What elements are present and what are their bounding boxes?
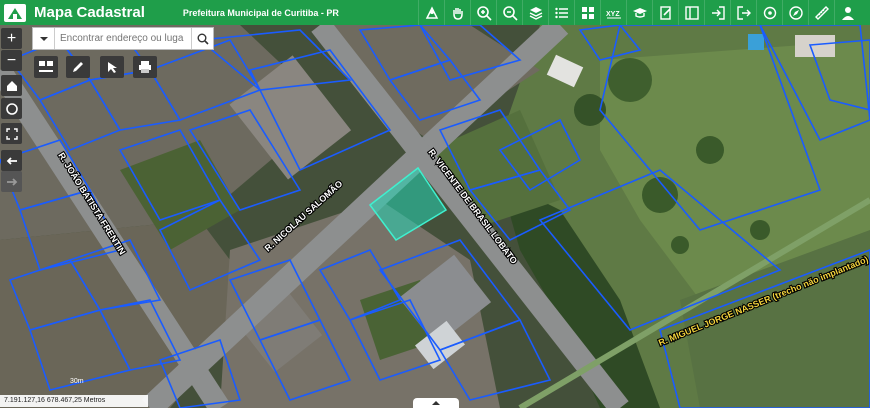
forward-button[interactable] bbox=[1, 171, 22, 192]
ruler-icon[interactable] bbox=[808, 0, 834, 25]
back-button[interactable] bbox=[1, 150, 22, 171]
print-cap-icon[interactable] bbox=[626, 0, 652, 25]
fullscreen-button[interactable] bbox=[1, 123, 22, 144]
print-button[interactable] bbox=[133, 56, 157, 78]
draw-button[interactable] bbox=[66, 56, 90, 78]
scale-label: 30m bbox=[70, 378, 84, 385]
top-bar: Mapa Cadastral Prefeitura Municipal de C… bbox=[0, 0, 870, 25]
map-pin-icon[interactable] bbox=[418, 0, 444, 25]
edit-doc-icon[interactable] bbox=[652, 0, 678, 25]
pan-hand-icon[interactable] bbox=[444, 0, 470, 25]
search-button[interactable] bbox=[191, 28, 213, 49]
split-panel-icon[interactable] bbox=[678, 0, 704, 25]
arrow-left-icon bbox=[6, 156, 17, 165]
fullscreen-icon bbox=[5, 127, 18, 140]
grid-icon[interactable] bbox=[574, 0, 600, 25]
city-logo-icon bbox=[4, 3, 26, 22]
search-source-dropdown[interactable] bbox=[33, 28, 55, 49]
svg-text:XYZ: XYZ bbox=[606, 11, 620, 18]
compass-icon[interactable] bbox=[782, 0, 808, 25]
target-icon[interactable] bbox=[756, 0, 782, 25]
bottom-panel-toggle[interactable] bbox=[413, 398, 459, 408]
aerial-map[interactable]: R. JOÃO BATISTA FRENTIN R. NICOLAU SALOM… bbox=[0, 25, 870, 408]
scale-bar: 30m bbox=[0, 378, 84, 385]
app-title: Mapa Cadastral bbox=[34, 4, 145, 21]
chevron-down-icon bbox=[39, 36, 48, 41]
home-button[interactable] bbox=[1, 75, 22, 96]
map-canvas[interactable]: R. JOÃO BATISTA FRENTIN R. NICOLAU SALOM… bbox=[0, 25, 870, 408]
search-box bbox=[32, 27, 214, 50]
login-icon[interactable] bbox=[704, 0, 730, 25]
list-icon[interactable] bbox=[548, 0, 574, 25]
locate-icon bbox=[5, 102, 18, 115]
locate-button[interactable] bbox=[1, 98, 22, 119]
basemap-icon bbox=[39, 61, 53, 72]
xyz-icon[interactable]: XYZ bbox=[600, 0, 626, 25]
printer-icon bbox=[139, 61, 151, 73]
home-icon bbox=[6, 80, 17, 91]
chevron-up-icon bbox=[432, 401, 440, 405]
basemap-button[interactable] bbox=[34, 56, 58, 78]
logout-icon[interactable] bbox=[730, 0, 756, 25]
layers-icon[interactable] bbox=[522, 0, 548, 25]
organization-name: Prefeitura Municipal de Curitiba - PR bbox=[182, 7, 339, 18]
pointer-icon bbox=[108, 62, 117, 73]
user-icon[interactable] bbox=[834, 0, 860, 25]
search-icon bbox=[197, 33, 209, 45]
toolbar: XYZ bbox=[418, 0, 860, 25]
zoom-in-icon[interactable] bbox=[470, 0, 496, 25]
pencil-icon bbox=[73, 62, 83, 72]
coordinates-readout: 7.191.127,16 678.467,25 Metros bbox=[0, 395, 148, 407]
zoom-out-icon[interactable] bbox=[496, 0, 522, 25]
search-input[interactable] bbox=[55, 29, 191, 48]
zoom-out-button[interactable]: − bbox=[1, 50, 22, 71]
arrow-right-icon bbox=[6, 177, 17, 186]
select-button[interactable] bbox=[100, 56, 124, 78]
zoom-in-button[interactable]: + bbox=[1, 28, 22, 49]
